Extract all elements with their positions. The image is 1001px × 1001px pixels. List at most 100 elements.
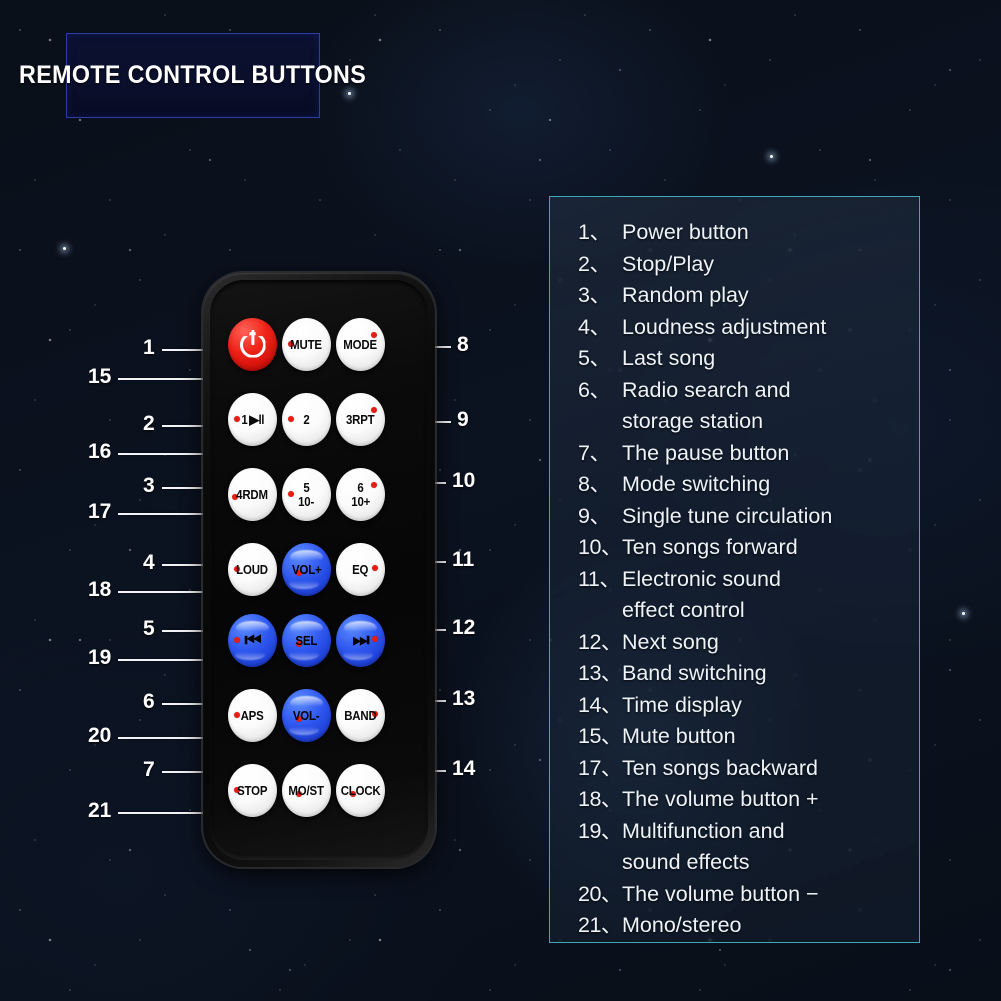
remote-button-sublabel: 10+ [351,493,370,509]
leader-anchor-dot [372,636,378,642]
remote-button-content: ⏮ [244,631,261,650]
legend-item-number: 12、 [578,629,622,654]
callout-number-6: 6 [143,690,155,713]
legend-item-text: Next song [622,629,719,654]
remote-button-label: 5 [303,480,310,496]
remote-button-power[interactable] [228,318,277,371]
legend-item: 10、 Ten songs forward [578,532,901,564]
remote-button-six[interactable]: 6 10+ [336,468,385,521]
legend-item: 18、 The volume button + [578,784,901,816]
legend-item: 1、 Power button [578,217,901,249]
remote-button-label: VOL+ [291,561,322,577]
callout-number-12: 12 [452,616,476,639]
legend-item-text: The volume button − [622,881,819,906]
remote-button-content: 3RPT [344,411,376,427]
remote-button-label: LOUD [236,561,269,577]
leader-anchor-dot [371,482,377,488]
bright-star [770,155,773,158]
legend-item-text: Band switching [622,661,767,685]
remote-button-label: MODE [343,336,378,352]
legend-item-text: Ten songs forward [622,535,798,559]
remote-button-content: ⏭ [352,631,369,650]
legend-item: 15、 Mute button [578,721,901,753]
remote-button-label: MUTE [290,336,323,352]
remote-button-clock[interactable]: CLOCK [336,764,385,817]
callout-number-7: 7 [143,758,155,781]
leader-anchor-dot [234,637,240,643]
remote-button-content: 6 10+ [350,481,371,508]
legend-item: 20、 The volume button − [578,879,901,911]
legend-item-text: Power button [622,220,749,244]
remote-button-label: 6 [357,480,364,496]
callout-number-18: 18 [88,578,112,601]
legend-item-text: Mode switching [622,472,771,496]
remote-button-label: 4RDM [236,486,269,502]
remote-button-vol-down[interactable]: VOL- [282,689,331,742]
legend-item-text: Multifunction and sound effects [622,818,785,875]
remote-button-label: CLOCK [340,782,381,798]
legend-panel: 1、 Power button 2、 Stop/Play 3、 Random play 4、… [549,196,920,943]
power-icon [239,329,266,358]
remote-button-content: BAND [342,709,379,723]
bright-star [962,612,965,615]
bright-star [63,247,66,250]
remote-button-band[interactable]: BAND [336,689,385,742]
legend-item: 2、 Stop/Play [578,249,901,281]
callout-number-3: 3 [143,474,155,497]
legend-item-number: 5、 [578,346,611,370]
remote-button-stop[interactable]: STOP [228,764,277,817]
remote-button-content: 5 10- [297,481,315,508]
remote-button-label: STOP [237,782,268,798]
remote-control-body: MUTE MODE 1 ▶‖ 2 3RPT 4RDM 5 10- 6 10+ LOUD VOL+ EQ ⏮ S… [203,273,435,867]
remote-button-content: 2 [303,411,310,427]
legend-item-number: 19、 [578,818,622,843]
remote-button-mute[interactable]: MUTE [282,318,331,371]
legend-item: 13、 Band switching [578,658,901,690]
remote-button-prev-track[interactable]: ⏮ [228,614,277,667]
legend-item-number: 6、 [578,377,611,402]
remote-button-label: 1 [241,411,248,427]
callout-number-17: 17 [88,500,112,523]
remote-button-content: APS [239,707,265,723]
remote-button-loud[interactable]: LOUD [228,543,277,596]
remote-button-content: EQ [351,561,369,577]
remote-button-rdm[interactable]: 4RDM [228,468,277,521]
callout-number-9: 9 [457,408,469,431]
page-title: REMOTE CONTROL BUTTONS [19,61,367,89]
callout-number-21: 21 [88,799,112,822]
legend-item-text: The volume button + [622,787,819,811]
remote-button-label: 3RPT [346,411,375,427]
legend-item-number: 14、 [578,692,622,717]
remote-button-content: 4RDM [234,486,270,502]
remote-button-vol-up[interactable]: VOL+ [282,543,331,596]
remote-button-one-playpause[interactable]: 1 ▶‖ [228,393,277,446]
legend-item: 9、 Single tune circulation [578,501,901,533]
legend-item-number: 13、 [578,661,622,685]
remote-button-mo-st[interactable]: MO/ST [282,764,331,817]
legend-item-number: 20、 [578,881,622,906]
remote-button-eq[interactable]: EQ [336,543,385,596]
callout-number-11: 11 [452,548,475,571]
remote-button-mode[interactable]: MODE [336,318,385,371]
remote-button-label: EQ [352,561,369,577]
legend-list: 1、 Power button 2、 Stop/Play 3、 Random play 4、… [578,217,901,942]
legend-item-number: 21、 [578,913,622,937]
remote-button-two[interactable]: 2 [282,393,331,446]
callout-number-5: 5 [143,617,155,640]
callout-number-2: 2 [143,412,155,435]
legend-item-number: 3、 [578,283,611,307]
remote-button-label: APS [240,707,264,723]
remote-button-rpt[interactable]: 3RPT [336,393,385,446]
remote-button-sel[interactable]: SEL [282,614,331,667]
legend-item-text: Single tune circulation [622,503,833,528]
leader-anchor-dot [288,491,294,497]
leader-anchor-dot [372,565,378,571]
legend-item: 4、 Loudness adjustment [578,312,901,344]
remote-button-five[interactable]: 5 10- [282,468,331,521]
remote-button-label: 2 [303,411,310,427]
legend-item: 3、 Random play [578,280,901,312]
legend-item: 11、 Electronic sound effect control [578,564,901,627]
remote-button-label: SEL [295,632,318,648]
remote-button-aps[interactable]: APS [228,689,277,742]
remote-button-next-track[interactable]: ⏭ [336,614,385,667]
